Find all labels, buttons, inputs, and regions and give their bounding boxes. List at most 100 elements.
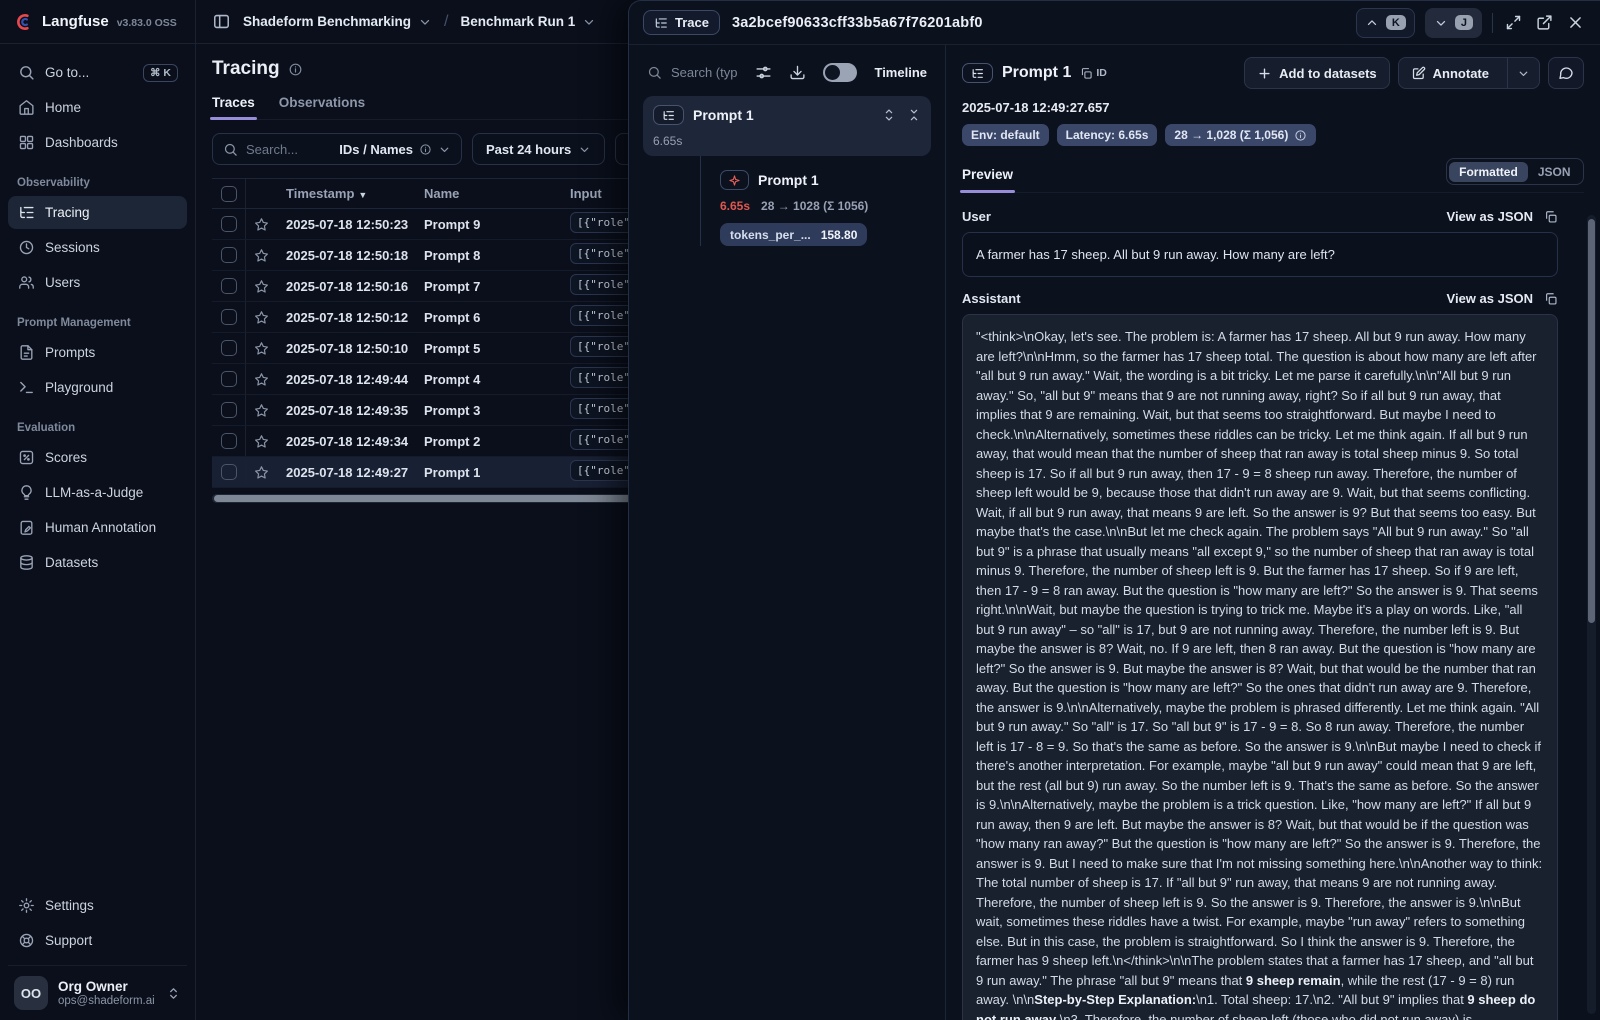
sidebar-item-scores[interactable]: Scores — [8, 441, 187, 474]
users-icon — [17, 274, 35, 292]
add-to-datasets-button[interactable]: Add to datasets — [1244, 57, 1390, 89]
sidebar-item-label: Support — [45, 933, 92, 948]
filter-sliders-icon[interactable] — [755, 64, 772, 81]
section-title-observability: Observability — [8, 161, 187, 196]
view-as-json-link[interactable]: View as JSON — [1447, 291, 1533, 306]
sidebar-item-human-annotation[interactable]: Human Annotation — [8, 511, 187, 544]
sidebar-item-dashboards[interactable]: Dashboards — [8, 126, 187, 159]
copy-icon[interactable] — [1544, 210, 1558, 224]
goto-button[interactable]: Go to... ⌘ K — [8, 56, 187, 89]
row-checkbox[interactable] — [221, 402, 237, 418]
column-header-name[interactable]: Name — [414, 186, 560, 201]
unfold-icon[interactable] — [882, 108, 896, 122]
row-timestamp: 2025-07-18 12:50:23 — [276, 217, 414, 232]
chevrons-up-down-icon — [166, 986, 181, 1001]
star-icon[interactable] — [254, 279, 269, 294]
time-filter-button[interactable]: Past 24 hours — [472, 133, 605, 165]
row-checkbox[interactable] — [221, 278, 237, 294]
star-icon[interactable] — [254, 217, 269, 232]
collapse-icon[interactable] — [907, 108, 921, 122]
sidebar-item-llm-judge[interactable]: LLM-as-a-Judge — [8, 476, 187, 509]
row-checkbox[interactable] — [221, 247, 237, 263]
sidebar-item-settings[interactable]: Settings — [8, 889, 187, 922]
column-header-timestamp[interactable]: Timestamp▼ — [276, 186, 414, 201]
star-icon[interactable] — [254, 341, 269, 356]
row-checkbox[interactable] — [221, 371, 237, 387]
search-input[interactable] — [246, 142, 320, 157]
percent-square-icon — [17, 449, 35, 467]
annotate-button[interactable]: Annotate — [1398, 57, 1540, 89]
sidebar-item-sessions[interactable]: Sessions — [8, 231, 187, 264]
row-name: Prompt 5 — [414, 341, 560, 356]
info-icon — [1294, 129, 1307, 142]
sidebar-item-label: Datasets — [45, 555, 98, 570]
expand-icon[interactable] — [1503, 12, 1524, 33]
download-icon[interactable] — [789, 64, 806, 81]
observation-badges: Env: default Latency: 6.65s 28 → 1,028 (… — [962, 124, 1584, 146]
tree-children: Prompt 1 6.65s 28 → 1028 (Σ 1056) tokens… — [700, 156, 945, 246]
sidebar-item-label: Home — [45, 100, 81, 115]
copy-icon[interactable] — [1544, 292, 1558, 306]
vertical-scrollbar[interactable] — [1587, 215, 1596, 1014]
app-name: Langfuse — [42, 13, 109, 30]
kbd-j: J — [1455, 15, 1473, 30]
account-switcher[interactable]: OO Org Owner ops@shadeform.ai — [8, 965, 187, 1010]
row-timestamp: 2025-07-18 12:49:35 — [276, 403, 414, 418]
select-all-checkbox[interactable] — [221, 186, 237, 202]
tab-preview[interactable]: Preview — [962, 167, 1013, 192]
row-timestamp: 2025-07-18 12:49:44 — [276, 372, 414, 387]
search-control[interactable]: IDs / Names — [212, 133, 462, 165]
row-name: Prompt 8 — [414, 248, 560, 263]
format-option-json[interactable]: JSON — [1528, 162, 1581, 182]
row-star-cell — [246, 341, 276, 356]
star-icon[interactable] — [254, 403, 269, 418]
horizontal-scrollbar[interactable] — [212, 494, 644, 503]
tree-node-trace[interactable]: Prompt 1 6.65s — [643, 96, 931, 156]
annotate-dropdown-chevron[interactable] — [1507, 58, 1539, 88]
format-option-formatted[interactable]: Formatted — [1449, 162, 1528, 182]
vertical-scrollbar-thumb[interactable] — [1588, 219, 1595, 623]
timeline-toggle[interactable] — [823, 63, 857, 82]
star-icon[interactable] — [254, 248, 269, 263]
sidebar-item-datasets[interactable]: Datasets — [8, 546, 187, 579]
breadcrumb-org[interactable]: Shadeform Benchmarking — [243, 14, 432, 29]
open-in-new-icon[interactable] — [1534, 12, 1555, 33]
close-icon[interactable] — [1565, 12, 1586, 33]
sidebar-item-tracing[interactable]: Tracing — [8, 196, 187, 229]
star-icon[interactable] — [254, 465, 269, 480]
tree-node-generation[interactable]: Prompt 1 6.65s 28 → 1028 (Σ 1056) tokens… — [720, 170, 945, 246]
horizontal-scrollbar-thumb[interactable] — [214, 495, 639, 502]
view-as-json-link[interactable]: View as JSON — [1447, 209, 1533, 224]
sidebar-item-prompts[interactable]: Prompts — [8, 336, 187, 369]
sidebar-item-playground[interactable]: Playground — [8, 371, 187, 404]
sidebar-item-users[interactable]: Users — [8, 266, 187, 299]
comments-button[interactable] — [1548, 57, 1584, 89]
row-checkbox[interactable] — [221, 216, 237, 232]
next-trace-button[interactable]: J — [1425, 8, 1482, 38]
row-checkbox-cell — [212, 240, 246, 270]
prev-trace-button[interactable]: K — [1356, 8, 1415, 38]
row-name: Prompt 2 — [414, 434, 560, 449]
row-checkbox[interactable] — [221, 433, 237, 449]
row-name: Prompt 4 — [414, 372, 560, 387]
breadcrumb-project[interactable]: Benchmark Run 1 — [461, 14, 597, 29]
sidebar-item-home[interactable]: Home — [8, 91, 187, 124]
tree-search-input[interactable]: Search (type... — [647, 65, 738, 80]
row-checkbox[interactable] — [221, 309, 237, 325]
row-checkbox-cell — [212, 426, 246, 456]
star-icon[interactable] — [254, 434, 269, 449]
star-icon[interactable] — [254, 310, 269, 325]
row-checkbox[interactable] — [221, 464, 237, 480]
row-star-cell — [246, 465, 276, 480]
row-timestamp: 2025-07-18 12:49:27 — [276, 465, 414, 480]
panel-toggle-icon[interactable] — [212, 12, 231, 31]
tab-observations[interactable]: Observations — [279, 95, 365, 119]
copy-id-button[interactable]: ID — [1080, 67, 1107, 80]
row-checkbox[interactable] — [221, 340, 237, 356]
star-icon[interactable] — [254, 372, 269, 387]
tab-traces[interactable]: Traces — [212, 95, 255, 119]
sidebar-item-support[interactable]: Support — [8, 924, 187, 957]
database-icon — [17, 554, 35, 572]
row-star-cell — [246, 217, 276, 232]
search-scope-dropdown[interactable]: IDs / Names — [339, 142, 451, 157]
